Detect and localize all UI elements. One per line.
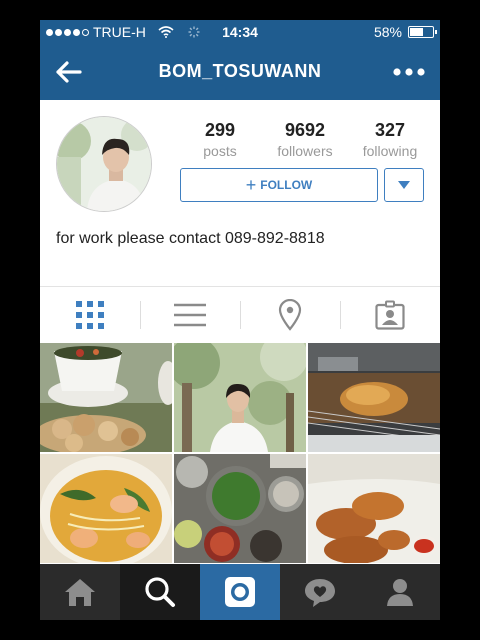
suggested-users-button[interactable] — [384, 168, 424, 202]
followers-count: 9692 — [284, 120, 326, 140]
avatar[interactable] — [56, 116, 152, 212]
follow-button-label: FOLLOW — [260, 178, 313, 192]
following-label: following — [362, 143, 418, 159]
profile-username: BOM_TOSUWANN — [158, 61, 322, 81]
grid-icon — [76, 301, 104, 329]
tab-camera[interactable] — [200, 564, 280, 620]
list-icon — [174, 303, 206, 327]
tagged-person-icon — [375, 300, 405, 330]
tab-activity[interactable] — [280, 564, 360, 620]
profile-icon — [387, 579, 413, 606]
home-icon — [65, 579, 95, 606]
tab-home[interactable] — [40, 564, 120, 620]
posts-count: 299 — [204, 120, 236, 140]
photo-thumbnail[interactable] — [174, 454, 306, 563]
battery-icon — [408, 26, 437, 38]
photo-grid — [40, 343, 440, 564]
battery-percent: 58% — [373, 24, 402, 40]
follow-button[interactable]: + FOLLOW — [180, 168, 378, 202]
following-count: 327 — [374, 120, 406, 140]
navigation-bar: BOM_TOSUWANN — [40, 44, 440, 100]
profile-bio: for work please contact 089-892-8818 — [56, 230, 325, 247]
profile-view-tabs — [40, 286, 440, 344]
status-bar: TRUE-H 14:34 58% — [40, 20, 440, 44]
location-pin-icon — [278, 299, 302, 331]
tab-tagged-photos[interactable] — [340, 287, 440, 343]
tab-explore[interactable] — [120, 564, 200, 620]
followers-stat[interactable]: 9692 followers — [265, 120, 345, 159]
photo-thumbnail[interactable] — [308, 454, 440, 563]
tab-profile[interactable] — [360, 564, 440, 620]
photo-thumbnail[interactable] — [308, 343, 440, 452]
followers-label: followers — [277, 143, 333, 159]
plus-icon: + — [245, 174, 257, 195]
photo-thumbnail[interactable] — [174, 343, 306, 452]
more-dots-icon[interactable] — [392, 62, 426, 82]
photo-thumbnail[interactable] — [40, 343, 172, 452]
profile-stats: 299 posts 9692 followers 327 following — [180, 120, 430, 159]
phone-screen: TRUE-H 14:34 58% BOM_TOSUWANN 299 posts … — [40, 20, 440, 620]
tab-grid-view[interactable] — [40, 287, 140, 343]
bottom-tab-bar — [40, 564, 440, 620]
activity-bubble-icon — [305, 579, 335, 607]
camera-icon — [225, 577, 255, 607]
search-icon — [145, 577, 175, 607]
profile-header: 299 posts 9692 followers 327 following +… — [40, 100, 440, 286]
caret-down-icon — [398, 181, 410, 189]
posts-label: posts — [203, 143, 237, 159]
photo-thumbnail[interactable] — [40, 454, 172, 563]
tab-list-view[interactable] — [140, 287, 240, 343]
posts-stat[interactable]: 299 posts — [180, 120, 260, 159]
tab-map-view[interactable] — [240, 287, 340, 343]
following-stat[interactable]: 327 following — [350, 120, 430, 159]
